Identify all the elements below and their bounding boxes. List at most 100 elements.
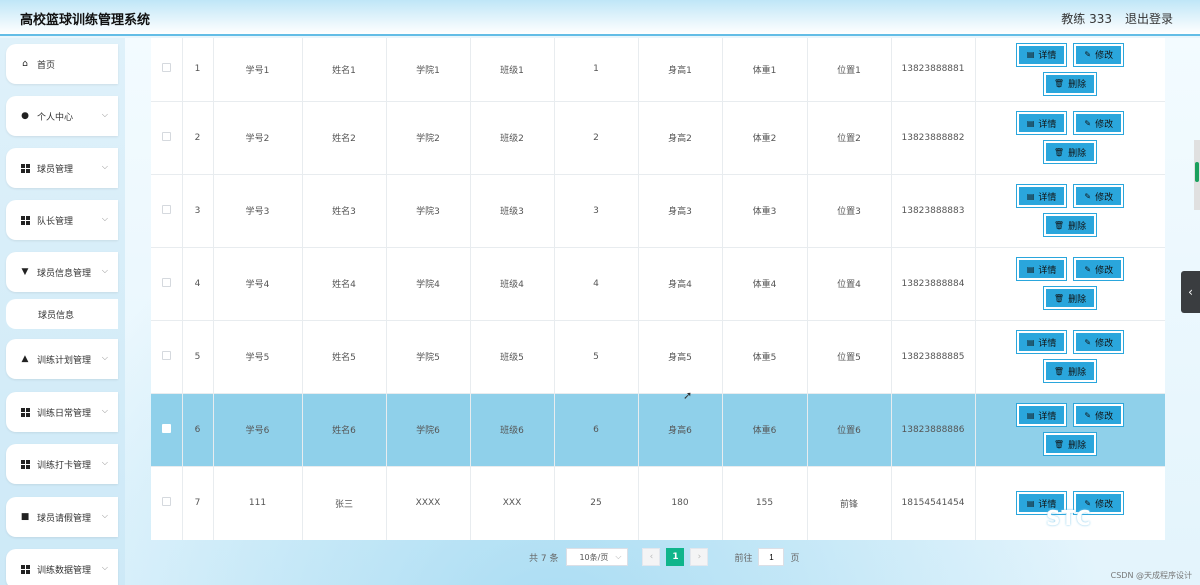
goto-page-input[interactable] [758,548,785,566]
table-cell-name: 张三 [302,466,387,540]
table-cell-height: 身高1 [638,38,723,102]
detail-button[interactable]: ▤ 详情 [1015,403,1068,427]
delete-button[interactable]: 🗑 删除 [1042,432,1098,456]
row-checkbox[interactable] [161,277,171,287]
table-cell-pos: 前锋 [807,466,892,540]
sidebar-item-captain-management[interactable]: 队长管理 ⌵ [6,200,118,240]
table-cell-college: 学院4 [386,247,471,321]
table-cell-pos: 位置5 [807,320,892,394]
row-checkbox[interactable] [161,63,171,73]
detail-button[interactable]: ▤ 详情 [1015,42,1068,67]
delete-button[interactable]: 🗑 删除 [1042,286,1098,310]
next-page-button[interactable]: › [690,548,709,566]
sidebar-item-player-management[interactable]: 球员管理 ⌵ [6,148,118,188]
row-checkbox[interactable] [161,350,171,360]
sidebar-subitem-player-info[interactable]: 球员信息 [6,299,118,329]
pencil-icon: ✎ [1084,337,1092,347]
chevron-down-icon: ⌵ [101,406,108,415]
chevron-up-icon: ⌵ [101,266,108,275]
scrollbar-thumb[interactable] [1195,162,1199,182]
sidebar-item-personal-center[interactable]: ● 个人中心 ⌵ [6,96,118,136]
table-cell-phone: 13823888882 [891,101,976,175]
button-label: 详情 [1038,338,1057,349]
button-label: 删除 [1068,80,1087,91]
app-title: 高校篮球训练管理系统 [20,13,151,28]
edit-button[interactable]: ✎ 修改 [1073,403,1125,427]
table-cell-phone: 13823888886 [891,393,976,467]
sidebar-item-training-checkin-management[interactable]: 训练打卡管理 ⌵ [6,444,118,484]
table-row[interactable]: 2 学号2 姓名2 学院2 班级2 2 身高2 体重2 位置2 13823888882 ▤ 详情 ✎ 修改… [151,101,1165,175]
button-label: 修改 [1095,265,1114,276]
edit-button[interactable]: ✎ 修改 [1073,330,1125,354]
table-cell-class: 班级5 [470,320,555,394]
table-cell-idx: 2 [182,101,214,175]
row-checkbox[interactable] [161,497,171,506]
button-label: 修改 [1095,192,1114,203]
table-cell-height: 身高6 [638,393,723,467]
button-label: 修改 [1095,51,1114,62]
table-cell-class: 班级1 [470,38,555,102]
page-1-button[interactable]: 1 [666,548,685,566]
sidebar-item-training-data-management[interactable]: 训练数据管理 ⌵ [6,549,118,585]
pencil-icon: ✎ [1084,118,1092,128]
table-cell-class: 班级6 [470,393,555,467]
sidebar-item-training-plan-management[interactable]: ▲ 训练计划管理 ⌵ [6,339,118,379]
document-icon: ▤ [1026,264,1035,274]
detail-button[interactable]: ▤ 详情 [1015,330,1068,354]
delete-button[interactable]: 🗑 删除 [1042,213,1098,237]
trash-icon: 🗑 [1053,147,1065,157]
document-icon: ▤ [1026,50,1035,60]
table-row[interactable]: 4 学号4 姓名4 学院4 班级4 4 身高4 体重4 位置4 13823888884 ▤ 详情 ✎ 修改… [151,247,1165,321]
chevron-down-icon: ⌵ [101,162,108,171]
table-cell-college: 学院2 [386,101,471,175]
table-cell-num: 25 [554,466,639,540]
detail-button[interactable]: ▤ 详情 [1015,111,1068,135]
sidebar-item-player-leave-management[interactable]: ■ 球员请假管理 ⌵ [6,497,118,537]
table-cell-pos: 位置1 [807,38,892,102]
row-checkbox[interactable] [161,423,171,433]
delete-button[interactable]: 🗑 删除 [1042,359,1098,383]
page-scrollbar[interactable] [1194,140,1200,210]
briefcase-icon: ■ [20,512,30,522]
edit-button[interactable]: ✎ 修改 [1073,184,1125,208]
table-cell-phone: 13823888885 [891,320,976,394]
table-cell-idx: 7 [182,466,214,540]
table-cell-phone: 18154541454 [891,466,976,540]
sidebar-item-home[interactable]: ⌂ 首页 [6,44,118,84]
grid-icon [20,564,30,574]
edit-button[interactable]: ✎ 修改 [1073,111,1125,135]
table-row[interactable]: 5 学号5 姓名5 学院5 班级5 5 身高5 体重5 位置5 13823888885 ▤ 详情 ✎ 修改… [151,320,1165,394]
table-cell [151,38,183,102]
sidebar-item-player-info-management[interactable]: ▼ 球员信息管理 ⌵ [6,252,118,292]
sidebar-item-training-daily-management[interactable]: 训练日常管理 ⌵ [6,392,118,432]
delete-button[interactable]: 🗑 删除 [1042,71,1098,96]
table-row[interactable]: 3 学号3 姓名3 学院3 班级3 3 身高3 体重3 位置3 13823888883 ▤ 详情 ✎ 修改… [151,174,1165,248]
detail-button[interactable]: ▤ 详情 [1015,184,1068,208]
table-cell-height: 180 [638,466,723,540]
row-checkbox[interactable] [161,131,171,141]
table-cell-height: 身高5 [638,320,723,394]
prev-page-button[interactable]: ‹ [642,548,661,566]
table-cell-college: 学院3 [386,174,471,248]
edit-button[interactable]: ✎ 修改 [1073,42,1125,67]
grid-icon [20,459,30,469]
chevron-down-icon: ⌵ [101,563,108,572]
row-checkbox[interactable] [161,204,171,214]
grid-icon [20,163,30,173]
table-row[interactable]: 1 学号1 姓名1 学院1 班级1 1 身高1 体重1 位置1 13823888881 ▤ 详情 ✎ 修改… [151,38,1165,102]
delete-button[interactable]: 🗑 删除 [1042,140,1098,164]
total-count: 共 7 条 [529,553,559,564]
table-cell-sno: 学号2 [213,101,303,175]
table-row[interactable]: 7 111 张三 XXXX XXX 25 180 155 前锋 18154541454 ▤ 详情 ✎ 修改 [151,466,1165,540]
table-cell-phone: 13823888883 [891,174,976,248]
table-cell-height: 身高3 [638,174,723,248]
side-panel-toggle[interactable]: ‹ [1181,271,1200,313]
edit-button[interactable]: ✎ 修改 [1073,257,1125,281]
table-cell [151,466,183,540]
table-row[interactable]: 6 学号6 姓名6 学院6 班级6 6 身高6 体重6 位置6 13823888886 ▤ 详情 ✎ 修改… [151,393,1165,467]
table-cell [151,247,183,321]
button-label: 删除 [1068,148,1087,159]
detail-button[interactable]: ▤ 详情 [1015,257,1068,281]
page-size-select[interactable]: 10条/页 ⌵ [566,548,629,566]
logout-button[interactable]: 退出登录 [1125,10,1173,27]
